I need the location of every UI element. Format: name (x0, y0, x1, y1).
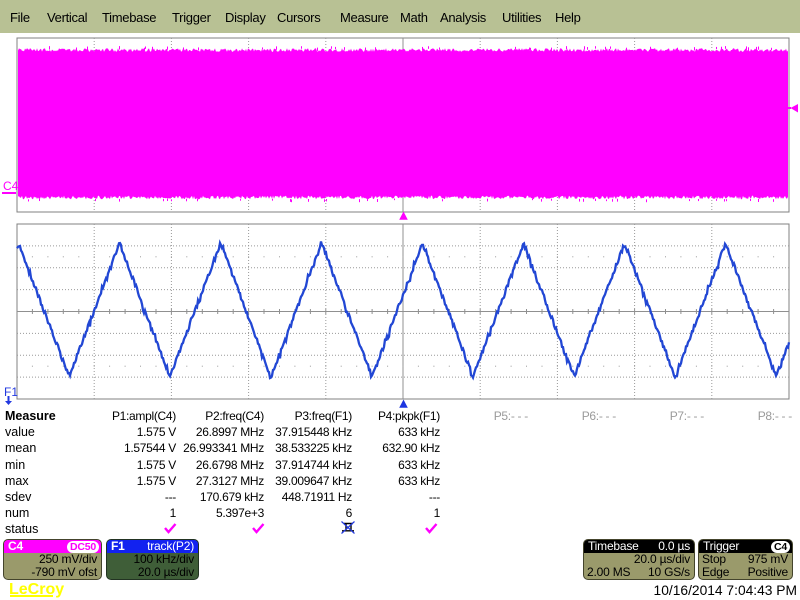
svg-text:F1: F1 (4, 385, 18, 399)
svg-text:C4: C4 (3, 179, 19, 193)
